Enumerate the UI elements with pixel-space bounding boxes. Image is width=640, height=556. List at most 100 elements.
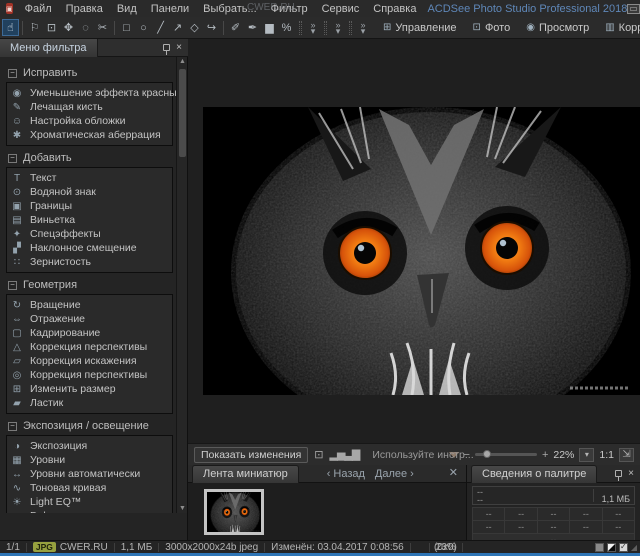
filmstrip-close-icon[interactable]: ✕ xyxy=(449,468,466,479)
filter-item[interactable]: ▢Кадрирование xyxy=(11,326,168,340)
filter-item[interactable]: ▞Наклонное смещение xyxy=(11,241,168,255)
filter-item[interactable]: ✎Лечащая кисть xyxy=(11,100,168,114)
filter-item[interactable]: △Коррекция перспективы xyxy=(11,340,168,354)
scroll-down-icon[interactable]: ▼ xyxy=(177,505,188,512)
palette-tab[interactable]: Сведения о палитре xyxy=(471,465,597,483)
zoom-level[interactable]: 22% xyxy=(553,449,574,461)
filter-item[interactable]: ▰Ластик xyxy=(11,396,168,410)
menu-item[interactable]: Сервис xyxy=(315,3,367,15)
layout-button-1[interactable] xyxy=(627,4,640,14)
palette-close-icon[interactable]: × xyxy=(628,469,634,479)
tool-ellipse-icon[interactable]: ○ xyxy=(135,19,152,36)
filter-item[interactable]: TТекст xyxy=(11,171,168,185)
panel-close-icon[interactable]: × xyxy=(176,43,182,53)
filter-item[interactable]: ▣Границы xyxy=(11,199,168,213)
collapse-icon[interactable]: − xyxy=(8,281,17,290)
toolbar-overflow-button[interactable]: »▾ xyxy=(356,22,370,34)
filter-section-header[interactable]: −Геометрия xyxy=(8,279,175,291)
filter-item[interactable]: ◑Экспозиция xyxy=(11,439,168,453)
fit-image-icon[interactable]: ⇲ xyxy=(619,448,634,462)
tool-slice-icon[interactable]: ✂ xyxy=(94,19,111,36)
tool-line-icon[interactable]: ╱ xyxy=(152,19,169,36)
tool-flag-select-icon[interactable]: ⚐ xyxy=(26,19,43,36)
menu-item[interactable]: Вид xyxy=(110,3,144,15)
collapse-icon[interactable]: − xyxy=(8,154,17,163)
owl-photo[interactable] xyxy=(203,107,640,395)
filter-section-header[interactable]: −Исправить xyxy=(8,67,175,79)
exposure-icon: ◑ xyxy=(11,441,23,452)
tool-polygon-icon[interactable]: ◇ xyxy=(186,19,203,36)
tool-transform-icon[interactable]: ⊡ xyxy=(43,19,60,36)
fullscreen-icon[interactable]: ⊡ xyxy=(314,448,323,461)
forward-button[interactable]: Далее › xyxy=(375,468,414,480)
mode-manage-button[interactable]: ⊞Управление xyxy=(376,20,464,36)
menu-item[interactable]: Справка xyxy=(366,3,423,15)
toolbar-overflow-button[interactable]: »▾ xyxy=(306,22,320,34)
toolbar-drag-handle[interactable] xyxy=(299,21,302,35)
tool-lasso-icon[interactable]: ◌ xyxy=(77,19,94,36)
filter-item[interactable]: ⇔Отражение xyxy=(11,312,168,326)
thumbnail-selected[interactable] xyxy=(204,489,264,535)
menu-item[interactable]: Правка xyxy=(59,3,110,15)
checker-toggle-icon[interactable]: ✓ xyxy=(619,543,628,552)
resize-grip-icon[interactable]: ◢ xyxy=(631,543,637,552)
tool-pen-icon[interactable]: ✐ xyxy=(227,19,244,36)
filter-item[interactable]: ↻Вращение xyxy=(11,298,168,312)
filter-item[interactable]: ☺Настройка обложки xyxy=(11,114,168,128)
filter-item[interactable]: ⊙Водяной знак xyxy=(11,185,168,199)
scrollbar-thumb[interactable] xyxy=(179,69,186,157)
toolbar-overflow-button[interactable]: »▾ xyxy=(331,22,345,34)
filter-item[interactable]: ≈Dehaze xyxy=(11,509,168,513)
filter-item[interactable]: ☀Light EQ™ xyxy=(11,495,168,509)
tool-pan-hand-icon[interactable]: ☝ xyxy=(2,19,19,36)
filter-item[interactable]: ✱Хроматическая аберрация xyxy=(11,128,168,142)
tool-arrow-icon[interactable]: ↗ xyxy=(169,19,186,36)
tool-gradient-icon[interactable]: ▆ xyxy=(261,19,278,36)
filter-item[interactable]: ▦Уровни xyxy=(11,453,168,467)
filter-item[interactable]: ∷Зернистость xyxy=(11,255,168,269)
zoom-dropdown-button[interactable]: ▾ xyxy=(579,448,594,462)
menu-item[interactable]: Панели xyxy=(144,3,196,15)
acdsee-app-icon[interactable]: ▣ xyxy=(6,3,13,14)
palette-pin-icon[interactable] xyxy=(615,470,622,477)
toolbar-drag-handle[interactable] xyxy=(324,21,327,35)
filter-item[interactable]: ▱Коррекция искажения xyxy=(11,354,168,368)
filter-item[interactable]: ◉Уменьшение эффекта красных глаз xyxy=(11,86,168,100)
tool-move-icon[interactable]: ✥ xyxy=(60,19,77,36)
filmstrip-tab[interactable]: Лента миниатюр xyxy=(192,465,299,483)
bg-color-swatch-icon[interactable] xyxy=(595,543,604,552)
tool-strike-icon[interactable]: % xyxy=(278,19,295,36)
tool-curve-icon[interactable]: ↪ xyxy=(203,19,220,36)
pin-icon[interactable] xyxy=(163,44,170,51)
collapse-icon[interactable]: − xyxy=(8,69,17,78)
zoom-slider[interactable] xyxy=(475,453,537,456)
tool-brush-icon[interactable]: ✒ xyxy=(244,19,261,36)
filter-item[interactable]: ▤Виньетка xyxy=(11,213,168,227)
filter-item[interactable]: ⊞Изменить размер xyxy=(11,382,168,396)
show-changes-button[interactable]: Показать изменения xyxy=(194,447,308,463)
filmstrip-panel: Лента миниатюр ‹ Назад Далее › ✕ xyxy=(188,465,466,540)
histogram-icon[interactable]: ▂▅▃▇ xyxy=(330,448,360,461)
filter-scrollbar[interactable]: ▲ ▼ xyxy=(176,57,187,513)
toolbar-drag-handle[interactable] xyxy=(349,21,352,35)
menu-item[interactable]: Файл xyxy=(18,3,59,15)
mode-view-button[interactable]: ◉Просмотр xyxy=(519,20,596,36)
contrast-swatch-icon[interactable] xyxy=(607,543,616,552)
filter-item[interactable]: ∿Тоновая кривая xyxy=(11,481,168,495)
zoom-in-icon[interactable]: + xyxy=(542,449,548,461)
zoom-slider-knob[interactable] xyxy=(483,450,491,458)
mode-photo-button[interactable]: ⊡Фото xyxy=(466,20,518,36)
filter-item[interactable]: ↔Уровни автоматически xyxy=(11,467,168,481)
filter-item[interactable]: ◎Коррекция перспективы xyxy=(11,368,168,382)
filter-section-header[interactable]: −Экспозиция / освещение xyxy=(8,420,175,432)
filter-panel-tab[interactable]: Меню фильтра xyxy=(0,39,98,57)
scroll-up-icon[interactable]: ▲ xyxy=(177,58,188,65)
actual-size-label[interactable]: 1:1 xyxy=(599,449,614,461)
back-button[interactable]: ‹ Назад xyxy=(327,468,365,480)
filter-item[interactable]: ✦Спецэффекты xyxy=(11,227,168,241)
tool-rectangle-icon[interactable]: □ xyxy=(118,19,135,36)
filter-section-header[interactable]: −Добавить xyxy=(8,152,175,164)
filter-item-label: Отражение xyxy=(30,313,85,325)
collapse-icon[interactable]: − xyxy=(8,422,17,431)
mode-develop-button[interactable]: ▥Коррекция xyxy=(598,20,640,36)
